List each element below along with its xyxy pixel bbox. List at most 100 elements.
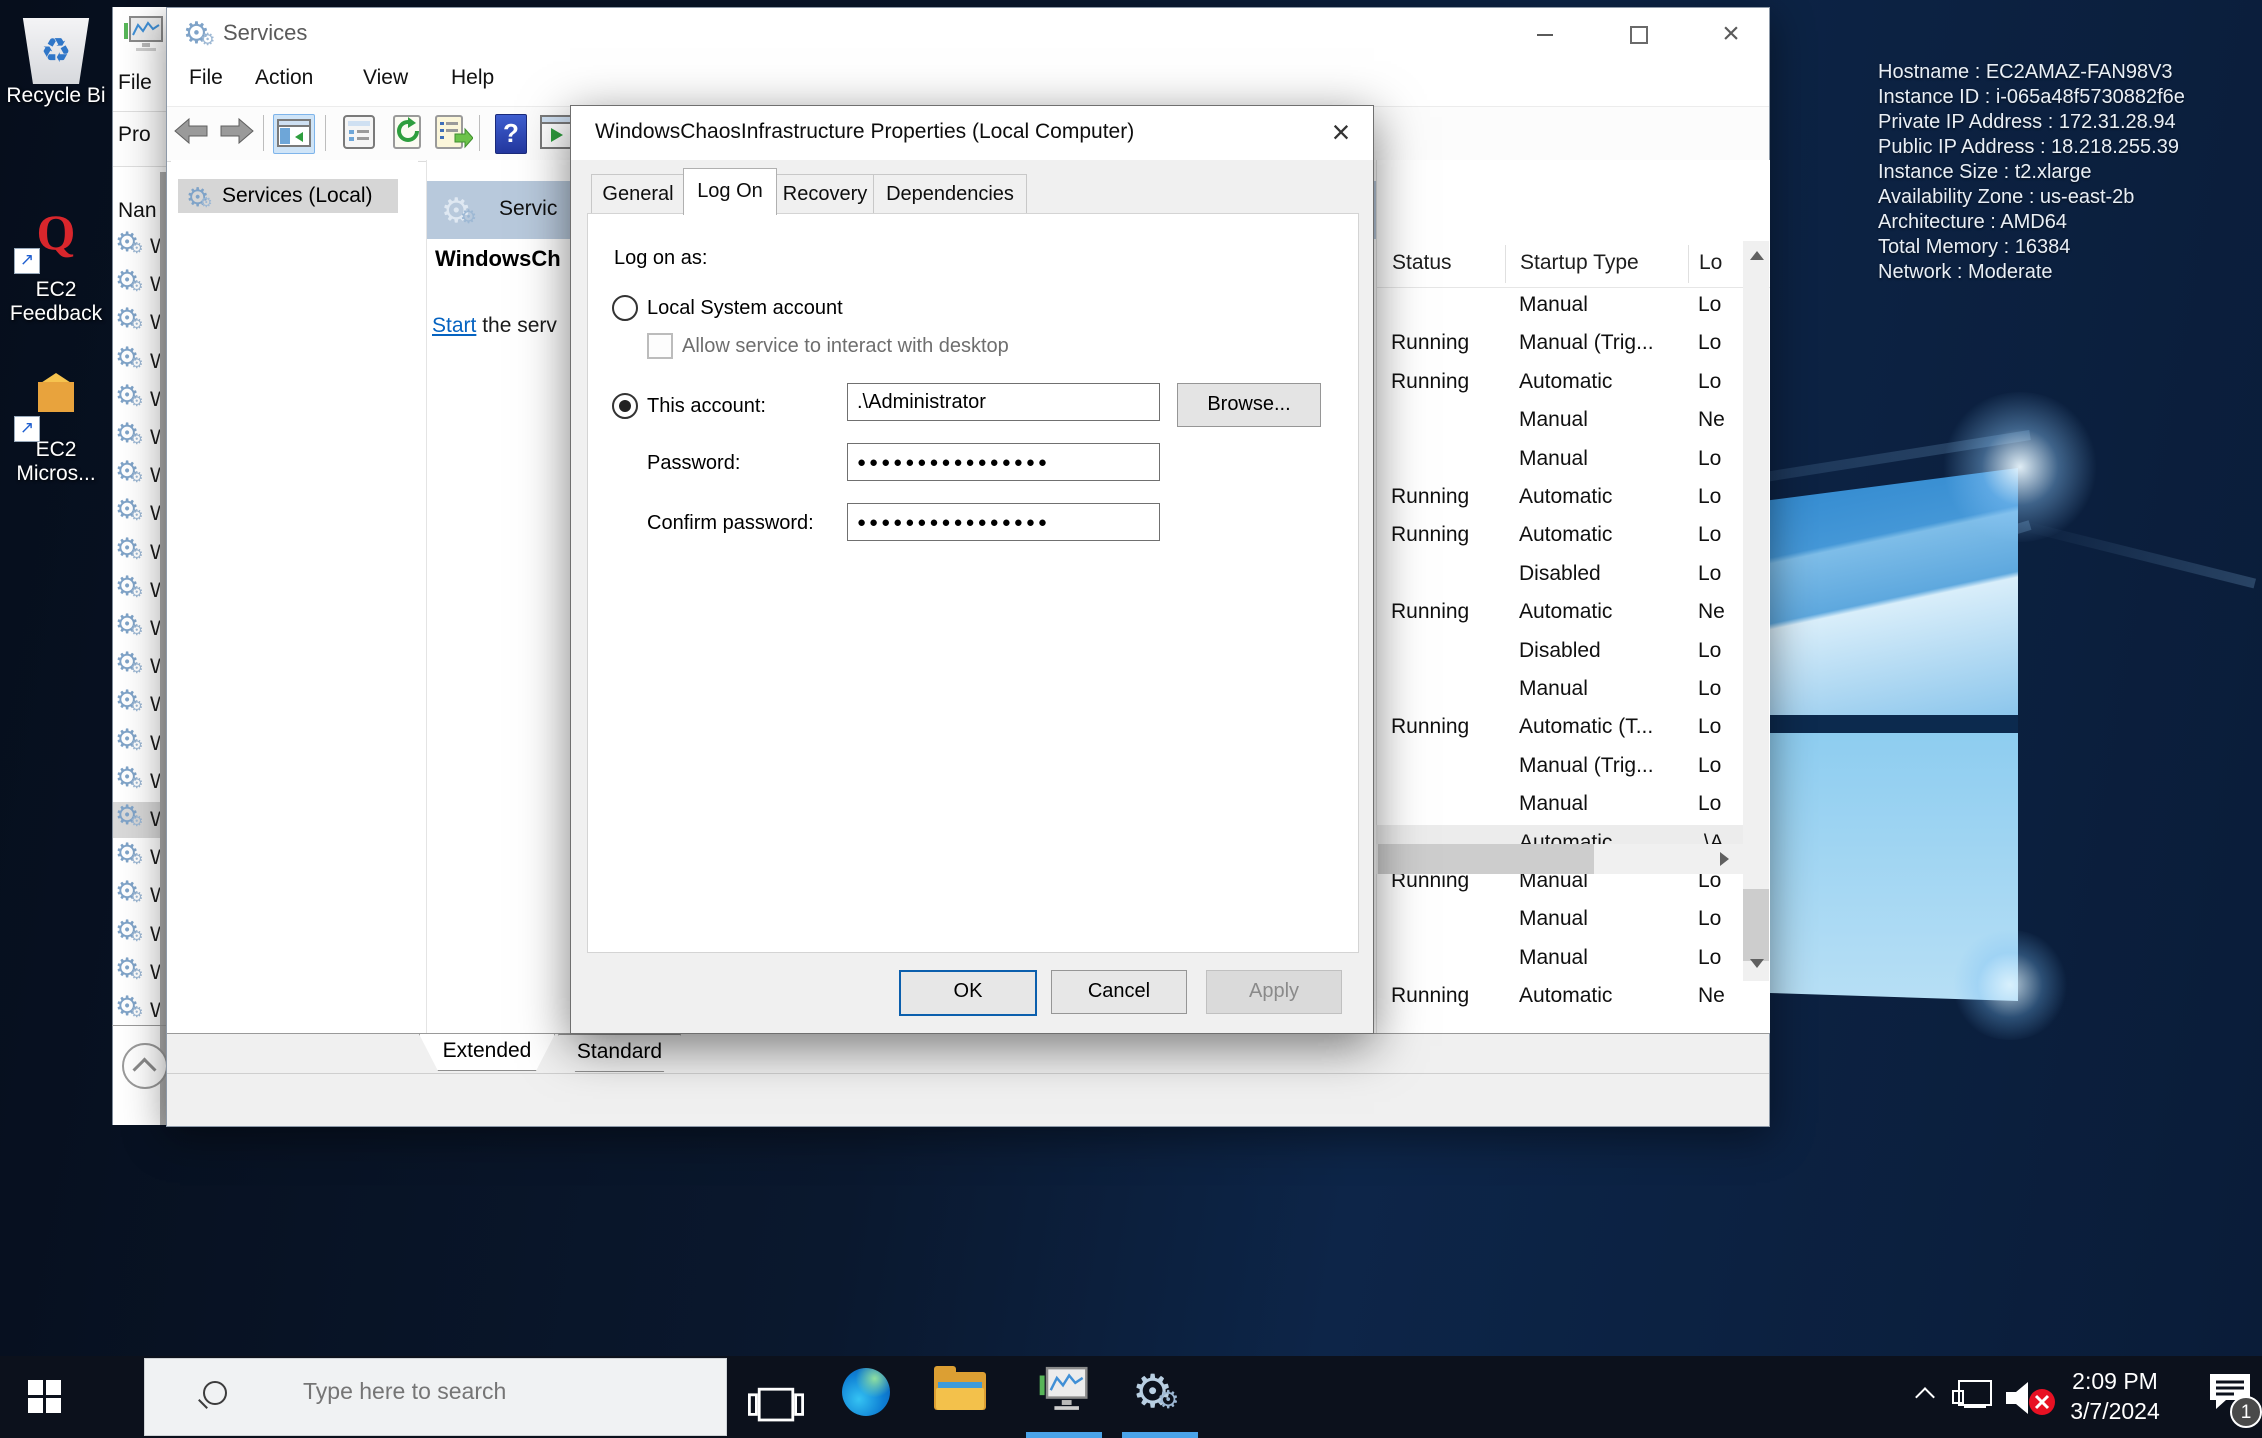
- dialog-tab-general[interactable]: General: [591, 174, 685, 215]
- toolbar-separator: [263, 115, 264, 151]
- column-separator[interactable]: [1688, 245, 1689, 283]
- scroll-down-icon[interactable]: [1750, 959, 1764, 968]
- scroll-right-icon[interactable]: [1720, 852, 1729, 866]
- file-explorer-icon[interactable]: [934, 1368, 990, 1424]
- account-input[interactable]: [847, 383, 1160, 421]
- maximize-button[interactable]: [1619, 20, 1659, 50]
- ok-button[interactable]: OK: [899, 970, 1037, 1016]
- task-view-button[interactable]: [748, 1378, 804, 1434]
- local-system-label[interactable]: Local System account: [647, 297, 843, 320]
- show-console-tree-button[interactable]: [273, 114, 315, 154]
- password-input[interactable]: ●●●●●●●●●●●●●●●●: [847, 443, 1160, 481]
- start-button[interactable]: [18, 1370, 74, 1424]
- desktop-icon-label: Micros...: [0, 462, 112, 486]
- system-monitor-app-icon[interactable]: [1036, 1364, 1092, 1420]
- service-row[interactable]: DisabledLo: [1376, 633, 1743, 671]
- horizontal-scrollbar[interactable]: [1376, 844, 1743, 874]
- dialog-close-button[interactable]: ×: [1319, 114, 1363, 152]
- toolbar-separator: [479, 115, 480, 151]
- local-system-radio[interactable]: [612, 295, 638, 321]
- confirm-password-input[interactable]: ●●●●●●●●●●●●●●●●: [847, 503, 1160, 541]
- view-tab-extended[interactable]: Extended: [419, 1034, 555, 1071]
- taskbar-search-box[interactable]: [144, 1358, 727, 1436]
- services-gear-icon: ⚙⚙: [441, 191, 481, 231]
- services-app-icon[interactable]: ⚙⚙: [1130, 1362, 1186, 1418]
- network-icon[interactable]: [1952, 1380, 1992, 1412]
- scroll-up-icon[interactable]: [1750, 251, 1764, 260]
- desktop-icon-label: EC2: [0, 278, 112, 302]
- apply-button[interactable]: Apply: [1206, 970, 1342, 1014]
- view-tab-standard[interactable]: Standard: [558, 1034, 681, 1072]
- vertical-scrollbar[interactable]: [1743, 241, 1769, 981]
- close-button[interactable]: ×: [1711, 20, 1751, 50]
- scroll-up-circle-icon[interactable]: [122, 1043, 168, 1089]
- hidden-icons-chevron[interactable]: [1918, 1384, 1934, 1400]
- service-row[interactable]: ManualLo: [1376, 901, 1743, 939]
- service-row[interactable]: RunningAutomaticLo: [1376, 479, 1743, 517]
- service-row[interactable]: ManualNe: [1376, 402, 1743, 440]
- refresh-button[interactable]: [389, 114, 427, 152]
- service-row[interactable]: ManualLo: [1376, 786, 1743, 824]
- properties-button[interactable]: [341, 114, 377, 152]
- service-row[interactable]: ManualLo: [1376, 671, 1743, 709]
- instance-info-line: Private IP Address : 172.31.28.94: [1878, 110, 2258, 135]
- cancel-button[interactable]: Cancel: [1051, 970, 1187, 1014]
- dialog-tab-recovery[interactable]: Recovery: [775, 174, 875, 215]
- start-service-button[interactable]: [539, 114, 573, 152]
- dialog-tab-log-on[interactable]: Log On: [683, 168, 777, 215]
- menu-bar: File Action View Help: [167, 56, 1769, 106]
- clock-date: 3/7/2024: [2040, 1396, 2190, 1426]
- service-row[interactable]: ManualLo: [1376, 940, 1743, 978]
- windows-logo-gap: [1770, 715, 2018, 733]
- this-account-label[interactable]: This account:: [647, 395, 766, 418]
- menu-file[interactable]: File: [189, 66, 223, 90]
- dialog-tab-dependencies[interactable]: Dependencies: [873, 174, 1027, 215]
- scrollbar-thumb[interactable]: [1378, 844, 1594, 874]
- instance-info-line: Instance ID : i-065a48f5730882f6e: [1878, 85, 2258, 110]
- confirm-password-label: Confirm password:: [647, 512, 814, 535]
- help-button[interactable]: ?: [495, 114, 527, 154]
- menu-help[interactable]: Help: [451, 66, 494, 90]
- minimize-button[interactable]: [1525, 20, 1565, 50]
- column-header-startup-type[interactable]: Startup Type: [1520, 251, 1639, 275]
- service-row[interactable]: RunningAutomaticNe: [1376, 594, 1743, 632]
- bg-window-name-column-header[interactable]: Nan: [118, 199, 157, 223]
- search-input[interactable]: [301, 1377, 705, 1406]
- service-row[interactable]: RunningManual (Trig...Lo: [1376, 325, 1743, 363]
- service-row[interactable]: ManualLo: [1376, 441, 1743, 479]
- this-account-radio[interactable]: [612, 393, 638, 419]
- window-title: Services: [223, 20, 307, 46]
- scrollbar-thumb[interactable]: [1743, 889, 1769, 961]
- search-icon: [203, 1381, 227, 1405]
- instance-info-line: Availability Zone : us-east-2b: [1878, 185, 2258, 210]
- browse-button[interactable]: Browse...: [1177, 383, 1321, 427]
- desktop-icon-ec2-feedback[interactable]: Q ↗ EC2 Feedback: [0, 208, 112, 326]
- column-separator[interactable]: [1505, 245, 1506, 283]
- service-row[interactable]: ManualLo: [1376, 287, 1743, 325]
- service-row[interactable]: RunningAutomaticLo: [1376, 517, 1743, 555]
- instance-info-line: Total Memory : 16384: [1878, 235, 2258, 260]
- edge-browser-icon[interactable]: [842, 1368, 898, 1424]
- column-header-logon[interactable]: Lo: [1699, 251, 1722, 275]
- recycle-bin-icon: ♻: [20, 18, 92, 84]
- taskbar-clock[interactable]: 2:09 PM 3/7/2024: [2040, 1366, 2190, 1426]
- column-header-status[interactable]: Status: [1392, 251, 1452, 275]
- desktop-icon-recycle-bin[interactable]: ♻ Recycle Bi: [0, 18, 112, 108]
- service-row[interactable]: Manual (Trig...Lo: [1376, 748, 1743, 786]
- forward-button[interactable]: [217, 114, 255, 148]
- menu-view[interactable]: View: [363, 66, 408, 90]
- light-beam: [2019, 520, 2256, 588]
- service-row[interactable]: DisabledLo: [1376, 556, 1743, 594]
- bg-window-toolbar-text[interactable]: Pro: [118, 123, 151, 147]
- service-row[interactable]: RunningAutomaticLo: [1376, 364, 1743, 402]
- service-row[interactable]: RunningAutomatic (T...Lo: [1376, 709, 1743, 747]
- tree-item-services-local[interactable]: ⚙⚙ Services (Local): [178, 179, 398, 213]
- service-row[interactable]: RunningAutomaticNe: [1376, 978, 1743, 1016]
- export-list-button[interactable]: [433, 114, 473, 152]
- interact-desktop-checkbox[interactable]: [647, 333, 673, 359]
- back-button[interactable]: [173, 114, 211, 148]
- desktop-icon-ec2-microsoft[interactable]: ↗ EC2 Micros...: [0, 382, 112, 486]
- start-service-link[interactable]: Start: [432, 314, 476, 337]
- menu-action[interactable]: Action: [255, 66, 313, 90]
- bg-window-file-menu[interactable]: File: [118, 71, 152, 95]
